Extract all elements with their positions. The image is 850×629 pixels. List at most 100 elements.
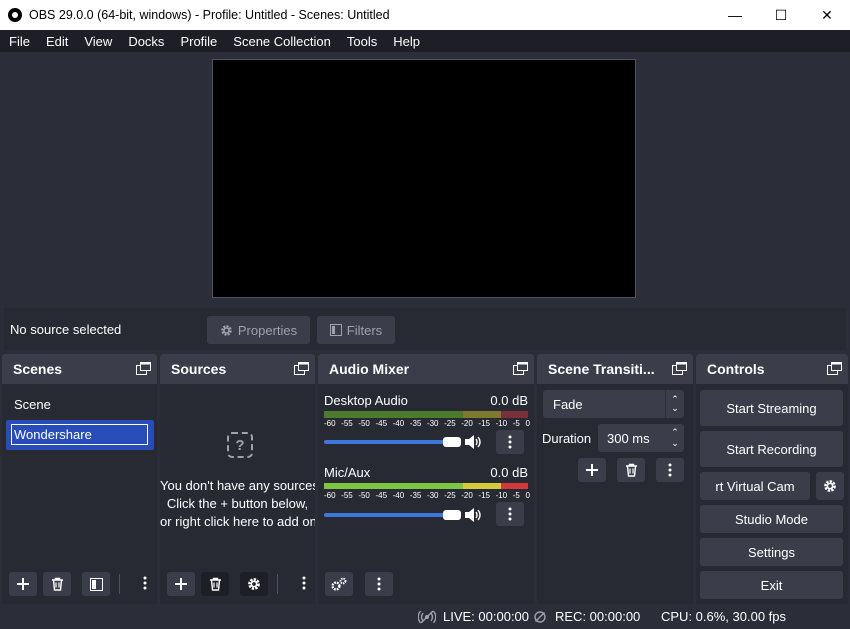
menu-view[interactable]: View: [76, 34, 120, 49]
source-properties-button[interactable]: [240, 572, 268, 596]
undock-icon[interactable]: [136, 362, 151, 375]
channel-menu-button[interactable]: [496, 430, 524, 454]
more-options-icon: [377, 577, 381, 591]
meter-tick: -15: [478, 491, 490, 500]
minimize-button[interactable]: —: [712, 0, 758, 30]
maximize-button[interactable]: ☐: [758, 0, 804, 30]
menu-profile[interactable]: Profile: [172, 34, 225, 49]
sources-dock-header: Sources: [160, 354, 315, 384]
source-status-label: No source selected: [10, 322, 122, 337]
exit-button[interactable]: Exit: [700, 571, 843, 599]
meter-tick: -45: [375, 419, 388, 428]
more-options-icon[interactable]: [143, 576, 147, 590]
remove-source-button[interactable]: [201, 572, 229, 596]
plus-icon: [17, 578, 29, 590]
controls-dock: Controls Start Streaming Start Recording…: [696, 354, 848, 604]
volume-slider[interactable]: [324, 513, 454, 517]
meter-tick: -20: [461, 491, 473, 500]
volume-slider-handle[interactable]: [443, 510, 461, 520]
scene-item[interactable]: Scene: [14, 397, 51, 412]
undock-icon[interactable]: [294, 362, 309, 375]
plus-icon: [175, 578, 187, 590]
undock-icon[interactable]: [672, 362, 687, 375]
close-button[interactable]: ✕: [804, 0, 850, 30]
scene-rename-field[interactable]: Wondershare: [11, 424, 148, 445]
sources-dock-title: Sources: [171, 361, 227, 377]
preview-canvas[interactable]: [212, 59, 636, 298]
audio-mixer-title: Audio Mixer: [329, 361, 410, 377]
add-source-button[interactable]: [167, 572, 195, 596]
start-virtual-cam-button[interactable]: rt Virtual Cam: [700, 472, 810, 500]
duration-stepper[interactable]: ⌃ ⌄: [666, 424, 684, 452]
scene-item-selected[interactable]: Wondershare: [6, 420, 154, 450]
meter-tick: -50: [358, 491, 370, 500]
transition-select-arrow[interactable]: ⌃ ⌄: [665, 390, 684, 418]
filter-icon: [89, 577, 103, 591]
filters-button[interactable]: Filters: [317, 316, 395, 344]
menu-file[interactable]: File: [0, 34, 38, 49]
menu-tools[interactable]: Tools: [339, 34, 385, 49]
filter-icon: [329, 324, 342, 336]
advanced-audio-button[interactable]: [325, 572, 353, 596]
sources-list[interactable]: ? You don't have any sources. Click the …: [160, 384, 315, 604]
menu-scene-collection[interactable]: Scene Collection: [225, 34, 339, 49]
meter-tick: -10: [495, 419, 508, 428]
studio-mode-button[interactable]: Studio Mode: [700, 505, 843, 533]
settings-button[interactable]: Settings: [700, 538, 843, 566]
transition-select[interactable]: Fade: [543, 390, 683, 418]
meter-tick: -25: [444, 491, 456, 500]
scenes-list: Scene Wondershare: [2, 384, 157, 604]
title-bar: OBS 29.0.0 (64-bit, windows) - Profile: …: [0, 0, 850, 30]
meter-tick: -55: [341, 419, 353, 428]
volume-meter: [324, 411, 528, 418]
channel-level: 0.0 dB: [490, 465, 528, 480]
channel-level: 0.0 dB: [490, 393, 528, 408]
transitions-title: Scene Transiti...: [548, 361, 655, 377]
controls-title: Controls: [707, 361, 765, 377]
gear-icon: [221, 324, 232, 336]
transition-menu-button[interactable]: [656, 458, 684, 482]
meter-tick: -35: [409, 419, 422, 428]
menu-edit[interactable]: Edit: [38, 34, 76, 49]
menu-docks[interactable]: Docks: [120, 34, 172, 49]
volume-slider[interactable]: [324, 440, 454, 444]
undock-icon[interactable]: [513, 362, 528, 375]
add-transition-button[interactable]: [578, 458, 606, 482]
more-options-icon: [508, 435, 512, 449]
speaker-icon[interactable]: [464, 507, 482, 523]
channel-name: Desktop Audio: [324, 393, 408, 408]
gears-icon: [331, 577, 347, 591]
obs-logo-icon: [8, 8, 22, 22]
empty-sources-line: Click the + button below,: [166, 496, 309, 511]
meter-tick: -10: [495, 491, 508, 500]
meter-tick: -25: [444, 419, 456, 428]
volume-slider-handle[interactable]: [443, 437, 461, 447]
cpu-fps-readout: CPU: 0.6%, 30.00 fps: [661, 609, 787, 624]
toolbar-separator: [277, 574, 278, 594]
live-timer: LIVE: 00:00:00: [443, 609, 530, 624]
meter-scale: -60 -55 -50 -45 -40 -35 -30 -25 -20 -15 -10 -5 0: [324, 419, 530, 428]
add-scene-button[interactable]: [9, 572, 37, 596]
empty-sources-line: or right click here to add one.: [160, 514, 315, 529]
more-options-icon[interactable]: [302, 576, 306, 590]
start-streaming-button[interactable]: Start Streaming: [700, 390, 843, 426]
window-title: OBS 29.0.0 (64-bit, windows) - Profile: …: [29, 8, 390, 22]
speaker-icon[interactable]: [464, 434, 482, 450]
meter-tick: -5: [512, 491, 520, 500]
remove-transition-button[interactable]: [617, 458, 645, 482]
filters-label: Filters: [346, 322, 383, 338]
scene-filters-button[interactable]: [82, 572, 110, 596]
meter-tick: -45: [375, 491, 388, 500]
properties-button[interactable]: Properties: [207, 316, 310, 344]
plus-icon: [586, 464, 598, 476]
start-recording-button[interactable]: Start Recording: [700, 431, 843, 467]
menu-help[interactable]: Help: [385, 34, 428, 49]
undock-icon[interactable]: [827, 362, 842, 375]
mixer-menu-button[interactable]: [365, 572, 393, 596]
trash-icon: [625, 463, 637, 477]
remove-scene-button[interactable]: [43, 572, 71, 596]
channel-menu-button[interactable]: [496, 502, 524, 526]
source-toolbar: No source selected Properties Filters: [4, 308, 846, 350]
more-options-icon: [508, 507, 512, 521]
virtual-cam-settings-button[interactable]: [816, 472, 844, 500]
